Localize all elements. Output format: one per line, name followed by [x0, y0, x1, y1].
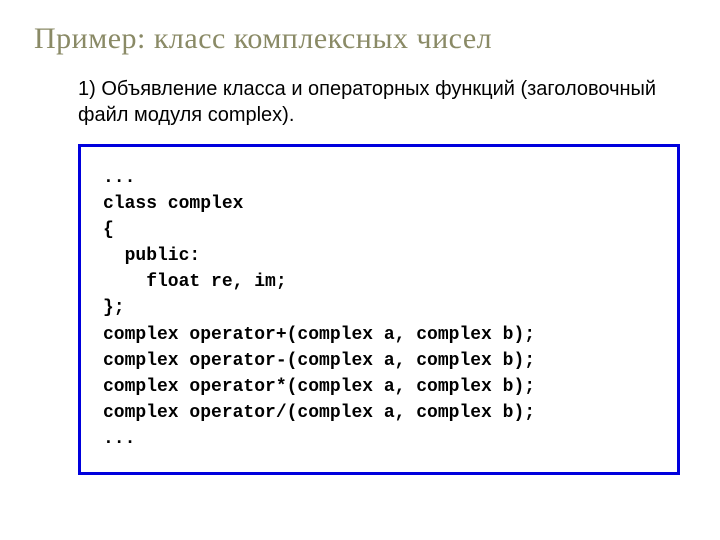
code-line: class complex: [103, 191, 655, 217]
code-line: ...: [103, 426, 655, 452]
slide-title: Пример: класс комплексных чисел: [0, 0, 720, 56]
code-line: public:: [103, 243, 655, 269]
code-line: float re, im;: [103, 269, 655, 295]
code-line: ...: [103, 165, 655, 191]
code-line: complex operator*(complex a, complex b);: [103, 374, 655, 400]
code-line: complex operator/(complex a, complex b);: [103, 400, 655, 426]
slide-description: 1) Объявление класса и операторных функц…: [0, 56, 720, 128]
code-line: };: [103, 295, 655, 321]
code-line: complex operator-(complex a, complex b);: [103, 348, 655, 374]
code-block: ... class complex { public: float re, im…: [78, 144, 680, 475]
code-line: {: [103, 217, 655, 243]
code-line: complex operator+(complex a, complex b);: [103, 322, 655, 348]
